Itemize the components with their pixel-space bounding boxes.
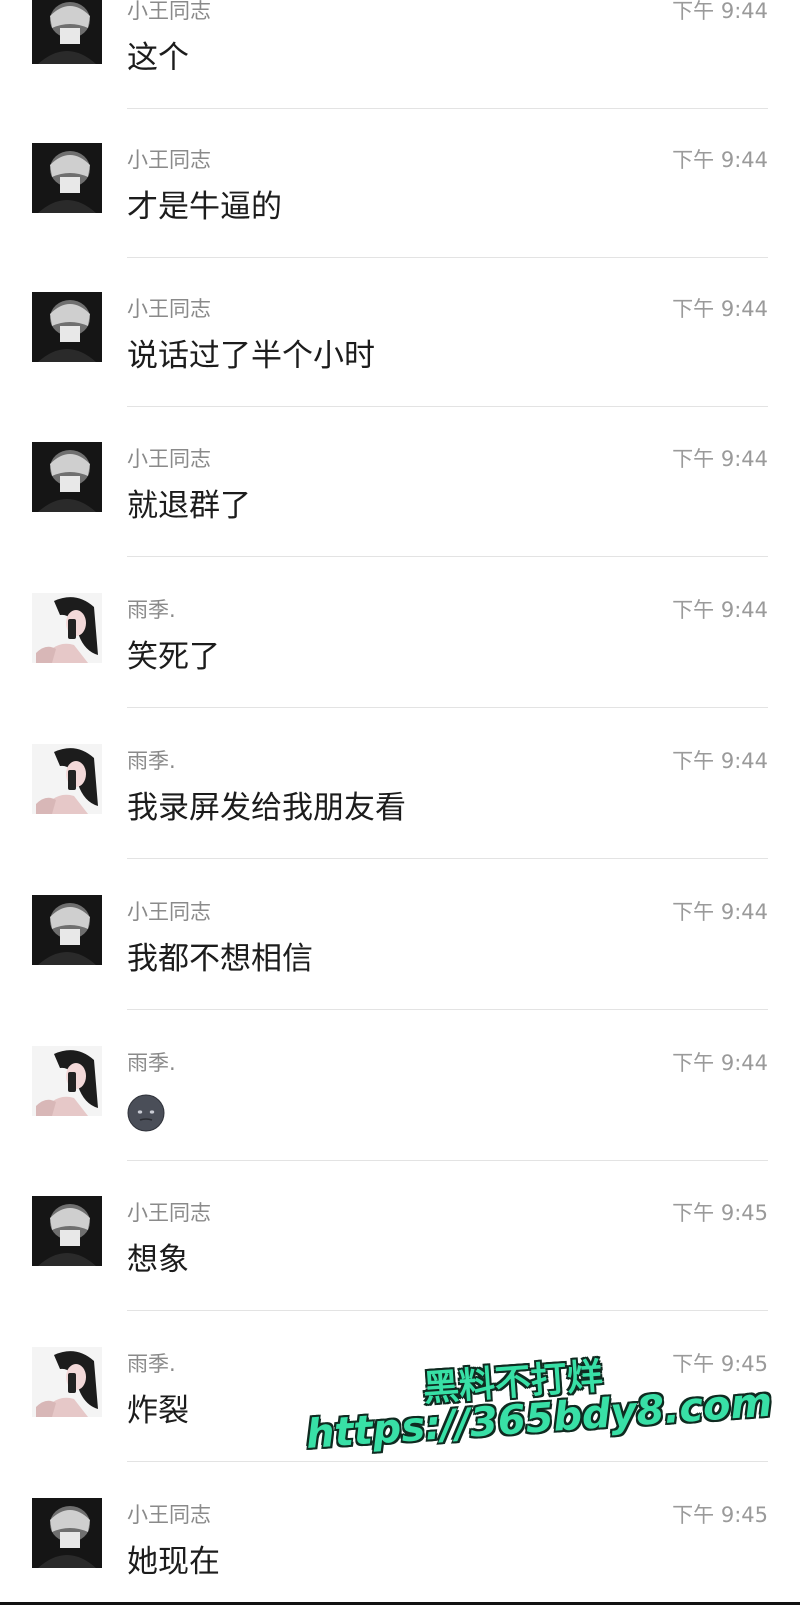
girl-avatar[interactable] — [32, 1347, 102, 1417]
sender-name: 小王同志 — [127, 297, 211, 321]
message-text: 她现在 — [127, 1544, 220, 1580]
message-divider — [127, 257, 768, 258]
boy-avatar[interactable] — [32, 1498, 102, 1568]
sender-name: 雨季. — [127, 1051, 176, 1075]
message-item[interactable]: 雨季. 下午 9:44 — [0, 1046, 800, 1197]
sender-name: 小王同志 — [127, 1503, 211, 1527]
message-text: 想象 — [127, 1242, 189, 1278]
dark-face-emoji-icon — [127, 1094, 165, 1132]
message-time: 下午 9:44 — [672, 900, 768, 924]
message-text: 炸裂 — [127, 1393, 189, 1429]
boy-avatar[interactable] — [32, 292, 102, 362]
boy-avatar[interactable] — [32, 895, 102, 965]
message-item[interactable]: 小王同志 下午 9:45 她现在 — [0, 1498, 800, 1605]
message-text: 我都不想相信 — [127, 941, 313, 977]
message-time: 下午 9:44 — [672, 297, 768, 321]
message-divider — [127, 406, 768, 407]
sender-name: 雨季. — [127, 598, 176, 622]
message-text: 笑死了 — [127, 639, 220, 675]
message-text: 就退群了 — [127, 488, 251, 524]
message-item[interactable]: 小王同志 下午 9:44 才是牛逼的 — [0, 143, 800, 294]
sender-name: 小王同志 — [127, 1201, 211, 1225]
boy-avatar[interactable] — [32, 1196, 102, 1266]
sender-name: 小王同志 — [127, 0, 211, 23]
message-divider — [127, 707, 768, 708]
message-divider — [127, 108, 768, 109]
boy-avatar[interactable] — [32, 0, 102, 64]
message-time: 下午 9:44 — [672, 749, 768, 773]
message-item[interactable]: 雨季. 下午 9:44 我录屏发给我朋友看 — [0, 744, 800, 895]
boy-avatar[interactable] — [32, 143, 102, 213]
girl-avatar[interactable] — [32, 1046, 102, 1116]
sender-name: 小王同志 — [127, 148, 211, 172]
message-text: 说话过了半个小时 — [127, 338, 375, 374]
message-time: 下午 9:44 — [672, 148, 768, 172]
message-divider — [127, 556, 768, 557]
message-time: 下午 9:45 — [672, 1503, 768, 1527]
message-text: 才是牛逼的 — [127, 189, 282, 225]
sender-name: 雨季. — [127, 749, 176, 773]
message-time: 下午 9:44 — [672, 1051, 768, 1075]
message-time: 下午 9:44 — [672, 447, 768, 471]
message-divider — [127, 1310, 768, 1311]
message-item[interactable]: 小王同志 下午 9:44 就退群了 — [0, 442, 800, 593]
sender-name: 小王同志 — [127, 447, 211, 471]
message-item[interactable]: 小王同志 下午 9:44 这个 — [0, 0, 800, 145]
message-item[interactable]: 小王同志 下午 9:45 想象 — [0, 1196, 800, 1347]
message-time: 下午 9:44 — [672, 0, 768, 23]
message-time: 下午 9:44 — [672, 598, 768, 622]
boy-avatar[interactable] — [32, 442, 102, 512]
sender-name: 雨季. — [127, 1352, 176, 1376]
message-time: 下午 9:45 — [672, 1201, 768, 1225]
girl-avatar[interactable] — [32, 744, 102, 814]
sender-name: 小王同志 — [127, 900, 211, 924]
message-divider — [127, 1160, 768, 1161]
message-divider — [127, 858, 768, 859]
message-item[interactable]: 小王同志 下午 9:44 说话过了半个小时 — [0, 292, 800, 443]
message-text: 这个 — [127, 40, 189, 76]
message-divider — [127, 1009, 768, 1010]
message-item[interactable]: 雨季. 下午 9:44 笑死了 — [0, 593, 800, 744]
message-text: 我录屏发给我朋友看 — [127, 790, 406, 826]
girl-avatar[interactable] — [32, 593, 102, 663]
message-item[interactable]: 小王同志 下午 9:44 我都不想相信 — [0, 895, 800, 1046]
